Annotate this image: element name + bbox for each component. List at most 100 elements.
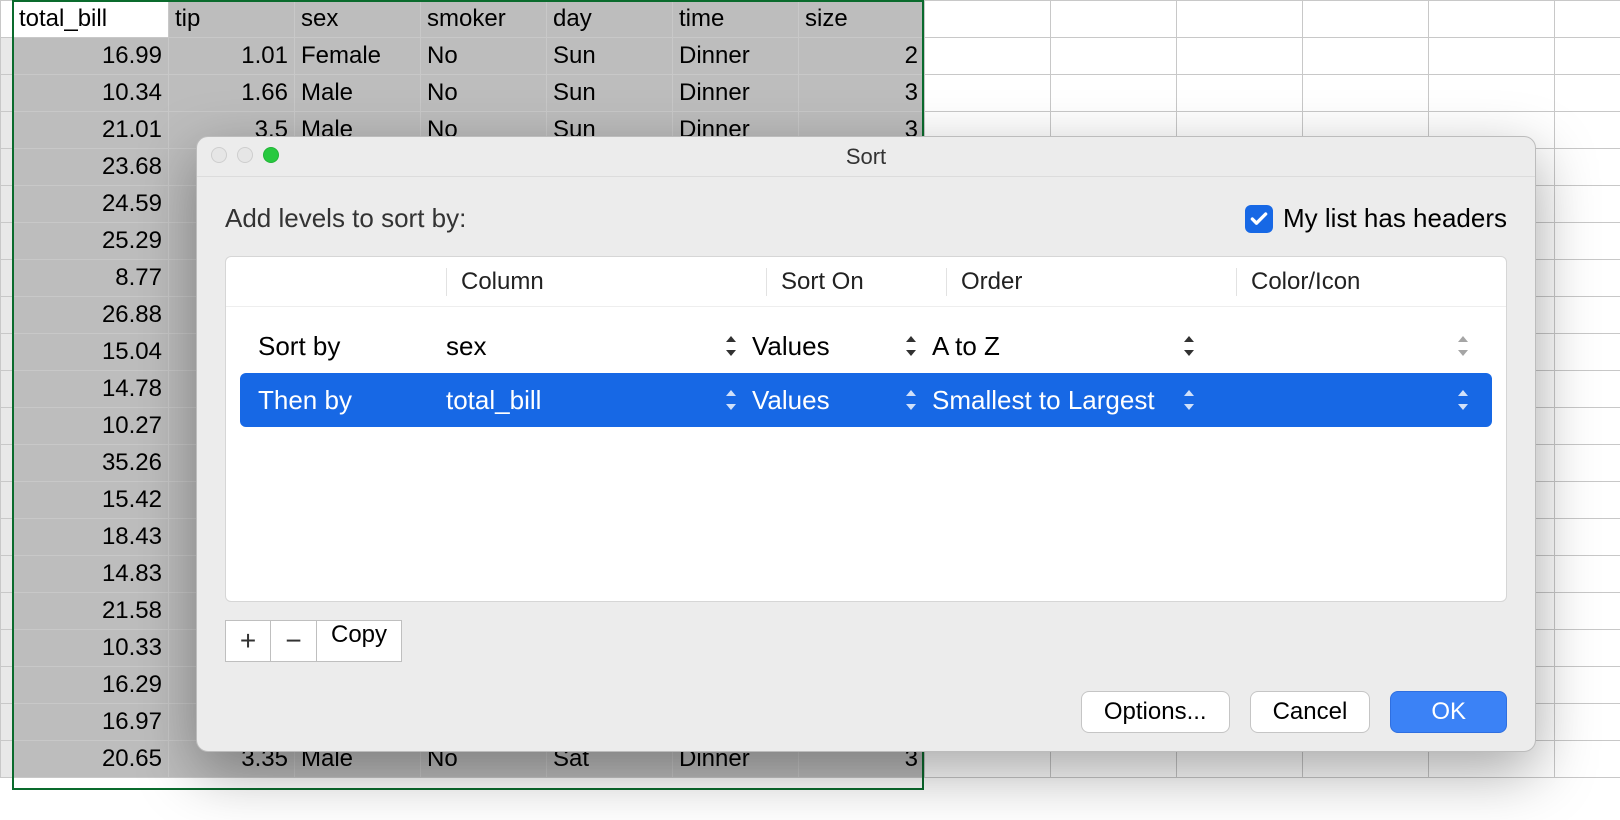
cell[interactable]: Sun: [547, 38, 673, 75]
order-select[interactable]: Smallest to Largest: [932, 385, 1210, 416]
cell[interactable]: 21.58: [13, 593, 169, 630]
options-button[interactable]: Options...: [1081, 691, 1230, 733]
empty-cell[interactable]: [925, 75, 1051, 112]
empty-cell[interactable]: [1555, 112, 1620, 149]
cell[interactable]: No: [421, 75, 547, 112]
empty-cell[interactable]: [1555, 38, 1620, 75]
add-level-button[interactable]: +: [225, 620, 271, 662]
ok-button[interactable]: OK: [1390, 691, 1507, 733]
column-header[interactable]: total_bill: [13, 1, 169, 38]
cell[interactable]: 16.97: [13, 704, 169, 741]
cell[interactable]: 10.27: [13, 408, 169, 445]
cell[interactable]: 1.01: [169, 38, 295, 75]
remove-level-button[interactable]: −: [271, 620, 317, 662]
column-header[interactable]: time: [673, 1, 799, 38]
cell[interactable]: 8.77: [13, 260, 169, 297]
empty-cell[interactable]: [1555, 741, 1620, 778]
headers-checkbox-row[interactable]: My list has headers: [1245, 203, 1507, 234]
column-select[interactable]: sex: [446, 331, 752, 362]
cell[interactable]: Female: [295, 38, 421, 75]
cell[interactable]: 15.42: [13, 482, 169, 519]
cell[interactable]: No: [421, 38, 547, 75]
cell[interactable]: 24.59: [13, 186, 169, 223]
cell[interactable]: 16.99: [13, 38, 169, 75]
empty-cell[interactable]: [1303, 38, 1429, 75]
order-select[interactable]: A to Z: [932, 331, 1210, 362]
color-select[interactable]: [1210, 334, 1486, 358]
cell[interactable]: 23.68: [13, 149, 169, 186]
column-header[interactable]: sex: [295, 1, 421, 38]
cell[interactable]: 2: [799, 38, 925, 75]
empty-cell[interactable]: [925, 38, 1051, 75]
col-header-color: Color/Icon: [1236, 268, 1506, 296]
table-row: 10.341.66MaleNoSunDinner3: [1, 75, 1620, 112]
column-header[interactable]: smoker: [421, 1, 547, 38]
empty-cell[interactable]: [1429, 1, 1555, 38]
cell[interactable]: 15.04: [13, 334, 169, 371]
cell[interactable]: 21.01: [13, 112, 169, 149]
empty-cell[interactable]: [1555, 630, 1620, 667]
empty-cell[interactable]: [1051, 75, 1177, 112]
empty-cell[interactable]: [1555, 519, 1620, 556]
column-header[interactable]: size: [799, 1, 925, 38]
empty-cell[interactable]: [1555, 1, 1620, 38]
color-select[interactable]: [1210, 388, 1486, 412]
empty-cell[interactable]: [1177, 1, 1303, 38]
empty-cell[interactable]: [1555, 186, 1620, 223]
cell[interactable]: 18.43: [13, 519, 169, 556]
empty-cell[interactable]: [1555, 223, 1620, 260]
cell[interactable]: 16.29: [13, 667, 169, 704]
cell[interactable]: 20.65: [13, 741, 169, 778]
sorton-select[interactable]: Values: [752, 331, 932, 362]
sorton-select[interactable]: Values: [752, 385, 932, 416]
empty-cell[interactable]: [1555, 445, 1620, 482]
headers-checkbox[interactable]: [1245, 205, 1273, 233]
empty-cell[interactable]: [1555, 371, 1620, 408]
cell[interactable]: 14.78: [13, 371, 169, 408]
empty-cell[interactable]: [1555, 704, 1620, 741]
empty-cell[interactable]: [1555, 667, 1620, 704]
cell[interactable]: 3: [799, 75, 925, 112]
col-header-sorton: Sort On: [766, 268, 946, 296]
cell[interactable]: 14.83: [13, 556, 169, 593]
empty-cell[interactable]: [1555, 260, 1620, 297]
empty-cell[interactable]: [1555, 297, 1620, 334]
cell[interactable]: Sun: [547, 75, 673, 112]
empty-cell[interactable]: [1555, 149, 1620, 186]
empty-cell[interactable]: [925, 1, 1051, 38]
cell[interactable]: 10.33: [13, 630, 169, 667]
empty-cell[interactable]: [1555, 482, 1620, 519]
window-minimize-button[interactable]: [237, 147, 253, 163]
empty-cell[interactable]: [1555, 75, 1620, 112]
column-header[interactable]: day: [547, 1, 673, 38]
empty-cell[interactable]: [1303, 75, 1429, 112]
sort-level-row[interactable]: Sort bysexValuesA to Z: [240, 319, 1492, 373]
window-zoom-button[interactable]: [263, 147, 279, 163]
empty-cell[interactable]: [1555, 593, 1620, 630]
cell[interactable]: Male: [295, 75, 421, 112]
cell[interactable]: 10.34: [13, 75, 169, 112]
cancel-button[interactable]: Cancel: [1250, 691, 1371, 733]
empty-cell[interactable]: [1177, 38, 1303, 75]
empty-cell[interactable]: [1555, 408, 1620, 445]
cell[interactable]: Dinner: [673, 38, 799, 75]
header-row: total_billtipsexsmokerdaytimesize: [1, 1, 1620, 38]
column-header[interactable]: tip: [169, 1, 295, 38]
cell[interactable]: 35.26: [13, 445, 169, 482]
copy-level-button[interactable]: Copy: [317, 620, 402, 662]
empty-cell[interactable]: [1051, 38, 1177, 75]
column-select[interactable]: total_bill: [446, 385, 752, 416]
empty-cell[interactable]: [1303, 1, 1429, 38]
empty-cell[interactable]: [1429, 38, 1555, 75]
sort-level-row[interactable]: Then bytotal_billValuesSmallest to Large…: [240, 373, 1492, 427]
cell[interactable]: 26.88: [13, 297, 169, 334]
cell[interactable]: 25.29: [13, 223, 169, 260]
cell[interactable]: Dinner: [673, 75, 799, 112]
empty-cell[interactable]: [1555, 334, 1620, 371]
empty-cell[interactable]: [1555, 556, 1620, 593]
empty-cell[interactable]: [1429, 75, 1555, 112]
empty-cell[interactable]: [1177, 75, 1303, 112]
empty-cell[interactable]: [1051, 1, 1177, 38]
cell[interactable]: 1.66: [169, 75, 295, 112]
window-close-button[interactable]: [211, 147, 227, 163]
